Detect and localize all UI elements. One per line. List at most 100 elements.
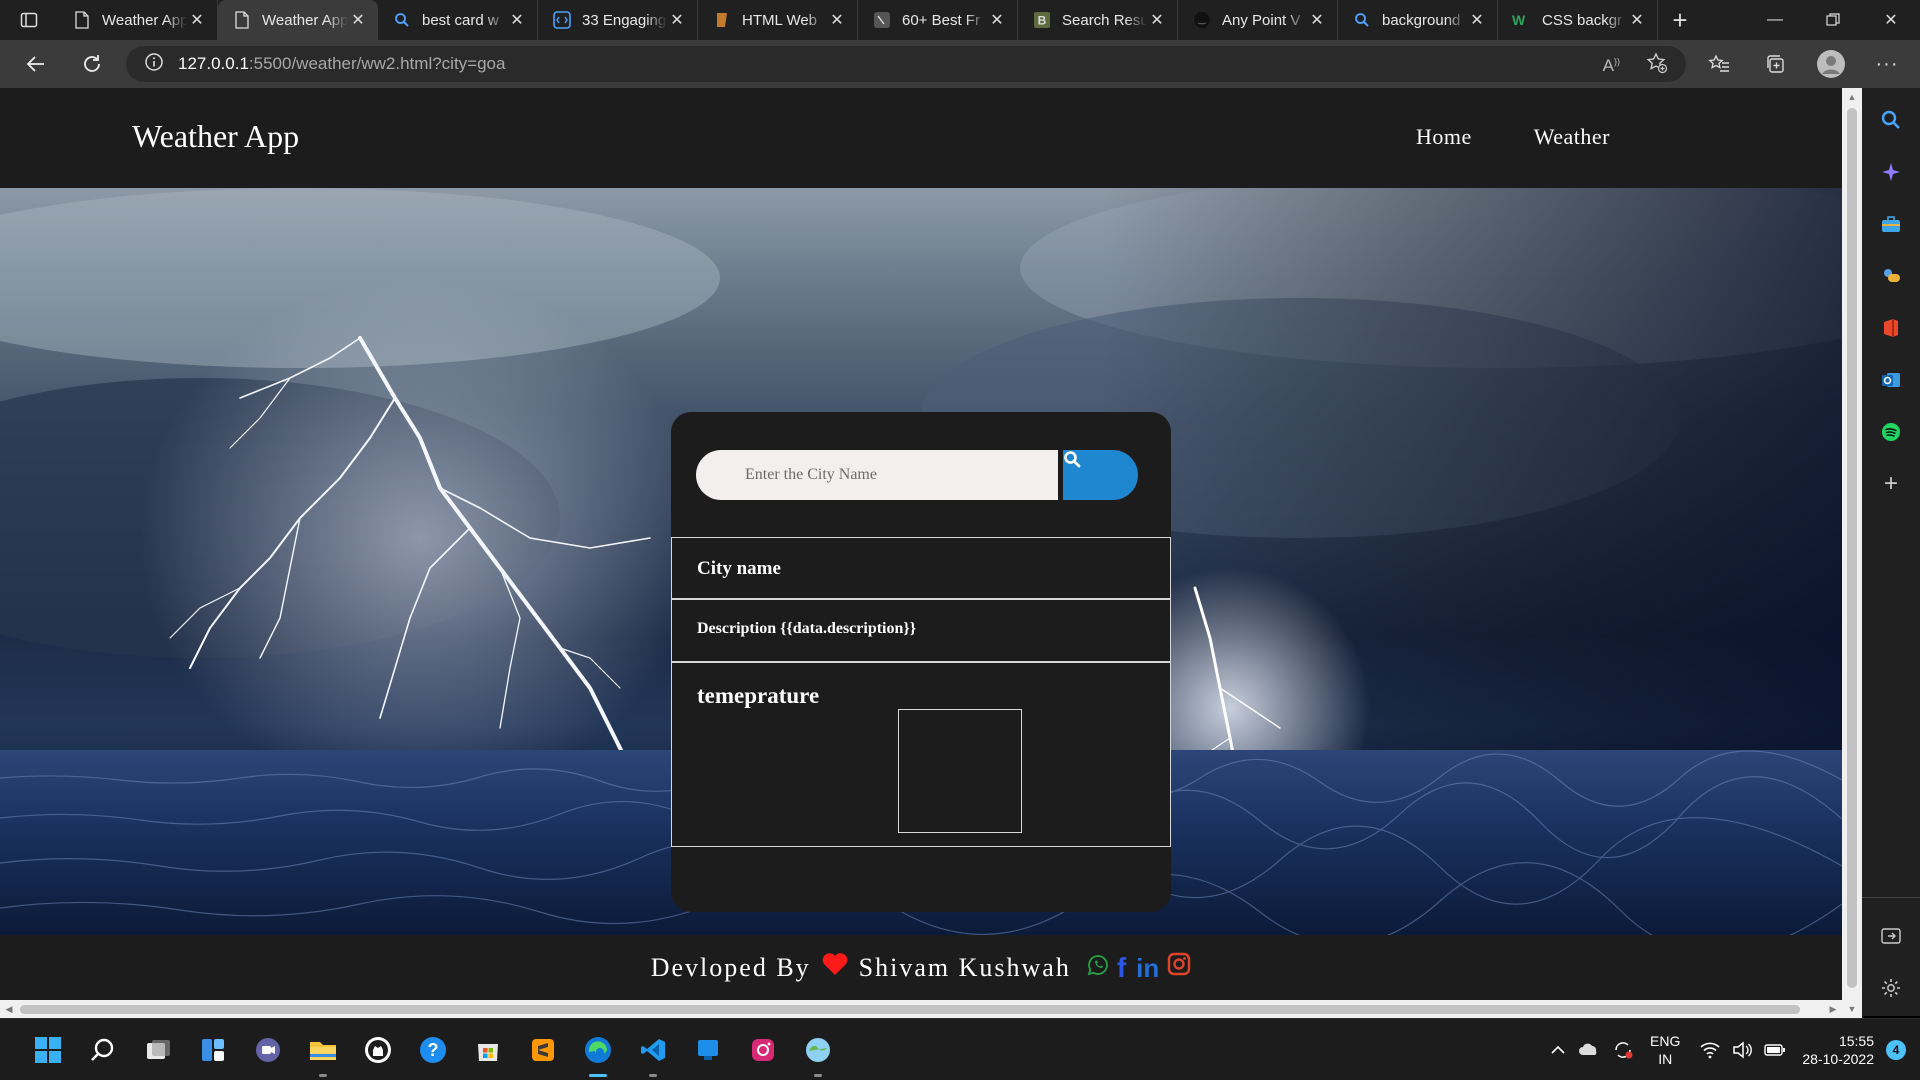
spotify-icon[interactable]: [1871, 412, 1911, 452]
read-aloud-icon[interactable]: A)): [1603, 56, 1620, 76]
svg-text:B: B: [1038, 14, 1047, 28]
collections-icon[interactable]: [1754, 43, 1796, 85]
profile-avatar-icon[interactable]: [1810, 43, 1852, 85]
search-icon: [1352, 10, 1372, 30]
weather-app-icon[interactable]: [790, 1019, 845, 1080]
new-tab-button[interactable]: +: [1658, 0, 1702, 40]
social-links: f in: [1087, 952, 1191, 983]
close-tab-icon[interactable]: ✕: [507, 10, 527, 30]
help-icon[interactable]: ?: [405, 1019, 460, 1080]
onedrive-cloud-icon[interactable]: [1578, 1041, 1600, 1059]
active-indicator: [588, 1074, 607, 1077]
browser-tab[interactable]: B Search Resu ✕: [1018, 0, 1178, 40]
favorites-icon[interactable]: [1698, 43, 1740, 85]
start-windows-icon[interactable]: [20, 1019, 75, 1080]
vscode-icon[interactable]: [625, 1019, 680, 1080]
scroll-down-arrow[interactable]: ▼: [1842, 1000, 1862, 1018]
search-button[interactable]: [1063, 450, 1138, 500]
microsoft-store-icon[interactable]: [460, 1019, 515, 1080]
window-controls: — ✕: [1746, 0, 1920, 40]
nav-link-weather[interactable]: Weather: [1534, 124, 1610, 150]
close-window-button[interactable]: ✕: [1862, 0, 1920, 40]
file-explorer-icon[interactable]: [295, 1019, 350, 1080]
w3-icon: W: [1512, 10, 1532, 30]
browser-tab[interactable]: Any Point V ✕: [1178, 0, 1338, 40]
language-indicator[interactable]: ENG IN: [1650, 1032, 1680, 1068]
sublime-text-icon[interactable]: [515, 1019, 570, 1080]
browser-tab[interactable]: 60+ Best Fr ✕: [858, 0, 1018, 40]
close-tab-icon[interactable]: ✕: [1307, 10, 1327, 30]
browser-tab[interactable]: Weather App ✕: [218, 0, 378, 40]
city-search-input[interactable]: [696, 450, 1058, 500]
site-info-icon[interactable]: [144, 52, 164, 77]
more-menu-icon[interactable]: ···: [1866, 43, 1908, 85]
outlook-icon[interactable]: [1871, 360, 1911, 400]
tools-briefcase-icon[interactable]: [1871, 204, 1911, 244]
scroll-up-arrow[interactable]: ▲: [1842, 88, 1862, 106]
browser-tab[interactable]: best card w ✕: [378, 0, 538, 40]
horizontal-scrollbar[interactable]: ◀ ▶: [0, 1000, 1842, 1018]
hide-sidebar-icon[interactable]: [1871, 916, 1911, 956]
browser-tab[interactable]: 33 Engaging ✕: [538, 0, 698, 40]
clock-time: 15:55: [1838, 1033, 1874, 1049]
sync-error-icon[interactable]: [1612, 1040, 1634, 1060]
battery-icon[interactable]: [1764, 1043, 1786, 1057]
browser-tab[interactable]: Weather App ✕: [58, 0, 218, 40]
site-icon: [872, 10, 892, 30]
app-blue-icon[interactable]: [680, 1019, 735, 1080]
close-tab-icon[interactable]: ✕: [187, 10, 207, 30]
nav-link-home[interactable]: Home: [1416, 124, 1472, 150]
close-tab-icon[interactable]: ✕: [667, 10, 687, 30]
facebook-icon[interactable]: f: [1117, 953, 1128, 982]
add-favorite-icon[interactable]: [1646, 52, 1668, 79]
browser-tab[interactable]: W CSS backgr ✕: [1498, 0, 1658, 40]
close-tab-icon[interactable]: ✕: [1627, 10, 1647, 30]
notification-badge[interactable]: 4: [1886, 1040, 1906, 1060]
restore-button[interactable]: [1804, 0, 1862, 40]
address-bar-row: 127.0.0.1:5500/weather/ww2.html?city=goa…: [0, 40, 1920, 88]
taskbar-search-icon[interactable]: [75, 1019, 130, 1080]
instagram-app-icon[interactable]: [735, 1019, 790, 1080]
vertical-scroll-thumb[interactable]: [1847, 108, 1857, 988]
back-button[interactable]: [8, 40, 64, 88]
settings-gear-icon[interactable]: [1871, 968, 1911, 1008]
add-sidebar-app-icon[interactable]: +: [1871, 464, 1911, 504]
taskbar-apps: ?: [20, 1019, 845, 1080]
close-tab-icon[interactable]: ✕: [987, 10, 1007, 30]
browser-tab[interactable]: background ✕: [1338, 0, 1498, 40]
discover-sparkle-icon[interactable]: [1871, 152, 1911, 192]
office-icon[interactable]: [1871, 308, 1911, 348]
github-desktop-icon[interactable]: [350, 1019, 405, 1080]
task-view-icon[interactable]: [130, 1019, 185, 1080]
url-field[interactable]: 127.0.0.1:5500/weather/ww2.html?city=goa…: [126, 46, 1686, 82]
tab-actions-icon[interactable]: [0, 0, 58, 40]
clock-date: 28-10-2022: [1802, 1051, 1874, 1067]
show-hidden-icons-chevron-icon[interactable]: [1550, 1042, 1566, 1058]
widgets-icon[interactable]: [185, 1019, 240, 1080]
browser-tab[interactable]: HTML Web ✕: [698, 0, 858, 40]
teams-chat-icon[interactable]: [240, 1019, 295, 1080]
scroll-right-arrow[interactable]: ▶: [1824, 1000, 1842, 1018]
refresh-button[interactable]: [64, 40, 120, 88]
minimize-button[interactable]: —: [1746, 0, 1804, 40]
games-icon[interactable]: [1871, 256, 1911, 296]
linkedin-icon[interactable]: in: [1136, 955, 1159, 981]
storm-background-image: City name Description {{data.description…: [0, 188, 1842, 935]
site-brand[interactable]: Weather App: [132, 118, 299, 155]
instagram-icon[interactable]: [1167, 952, 1191, 983]
vertical-scrollbar[interactable]: ▲ ▼: [1842, 88, 1862, 1018]
close-tab-icon[interactable]: ✕: [827, 10, 847, 30]
close-tab-icon[interactable]: ✕: [348, 10, 368, 30]
close-tab-icon[interactable]: ✕: [1467, 10, 1487, 30]
clock[interactable]: 15:55 28-10-2022: [1802, 1032, 1874, 1068]
search-icon[interactable]: [1871, 100, 1911, 140]
volume-icon[interactable]: [1732, 1041, 1753, 1059]
horizontal-scroll-thumb[interactable]: [20, 1005, 1800, 1014]
scroll-left-arrow[interactable]: ◀: [0, 1000, 18, 1018]
page-icon: [72, 10, 92, 30]
edge-browser-icon[interactable]: [570, 1019, 625, 1080]
whatsapp-icon[interactable]: [1087, 953, 1109, 983]
wifi-icon[interactable]: [1700, 1041, 1720, 1059]
close-tab-icon[interactable]: ✕: [1147, 10, 1167, 30]
page-viewport: Weather App Home Weather Enter the City …: [0, 88, 1842, 1018]
